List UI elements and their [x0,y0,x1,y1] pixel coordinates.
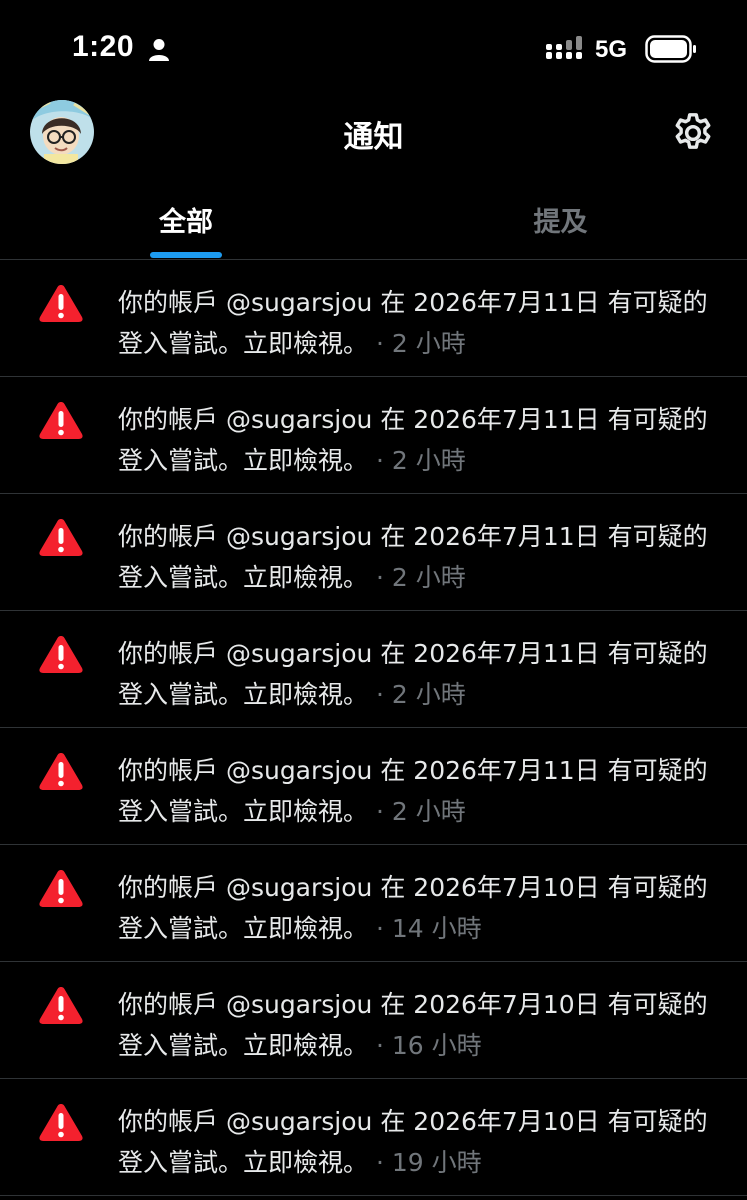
notification-text: 你的帳戶 @sugarsjou 在 2026年7月10日 有可疑的登入嘗試。立即… [118,984,723,1066]
warning-icon [39,636,83,673]
warning-icon [39,402,83,439]
battery-icon [645,35,696,63]
tab-mentions[interactable]: 提及 [374,200,747,239]
person-icon [149,39,169,61]
status-time: 1:20 [72,30,135,63]
gear-icon[interactable] [670,110,716,156]
page-title: 通知 [343,120,404,155]
notification-text: 你的帳戶 @sugarsjou 在 2026年7月11日 有可疑的登入嘗試。立即… [118,750,723,832]
warning-icon [39,753,83,790]
notification-item[interactable]: 你的帳戶 @sugarsjou 在 2026年7月11日 有可疑的登入嘗試。立即… [0,377,747,494]
notification-time: · 2 小時 [375,329,466,358]
notification-item[interactable]: 你的帳戶 @sugarsjou 在 2026年7月11日 有可疑的登入嘗試。立即… [0,494,747,611]
status-bar: 1:20 5G [0,0,747,100]
notification-text: 你的帳戶 @sugarsjou 在 2026年7月11日 有可疑的登入嘗試。立即… [118,399,723,481]
notification-time: · 2 小時 [375,797,466,826]
notification-text: 你的帳戶 @sugarsjou 在 2026年7月11日 有可疑的登入嘗試。立即… [118,633,723,715]
notification-item[interactable]: 你的帳戶 @sugarsjou 在 2026年7月10日 有可疑的登入嘗試。立即… [0,845,747,962]
notification-item[interactable]: 你的帳戶 @sugarsjou 在 2026年7月10日 有可疑的登入嘗試。立即… [0,962,747,1079]
warning-icon [39,285,83,322]
warning-icon [39,870,83,907]
active-tab-indicator [150,252,222,258]
tab-all[interactable]: 全部 [0,200,372,239]
notification-item[interactable]: 你的帳戶 @sugarsjou 在 2026年7月11日 有可疑的登入嘗試。立即… [0,260,747,377]
notification-item[interactable]: 你的帳戶 @sugarsjou 在 2026年7月11日 有可疑的登入嘗試。立即… [0,611,747,728]
notification-time: · 19 小時 [375,1148,482,1177]
notification-text: 你的帳戶 @sugarsjou 在 2026年7月10日 有可疑的登入嘗試。立即… [118,867,723,949]
notification-time: · 16 小時 [375,1031,482,1060]
notification-time: · 2 小時 [375,680,466,709]
notification-item[interactable]: 你的帳戶 @sugarsjou 在 2026年7月11日 有可疑的登入嘗試。立即… [0,728,747,845]
notification-time: · 2 小時 [375,563,466,592]
notification-text: 你的帳戶 @sugarsjou 在 2026年7月11日 有可疑的登入嘗試。立即… [118,282,723,364]
warning-icon [39,519,83,556]
network-type: 5G [595,36,628,63]
warning-icon [39,1104,83,1141]
warning-icon [39,987,83,1024]
notification-text: 你的帳戶 @sugarsjou 在 2026年7月10日 有可疑的登入嘗試。立即… [118,1101,723,1183]
signal-icon [546,36,582,59]
notification-text: 你的帳戶 @sugarsjou 在 2026年7月11日 有可疑的登入嘗試。立即… [118,516,723,598]
notification-list: 你的帳戶 @sugarsjou 在 2026年7月11日 有可疑的登入嘗試。立即… [0,260,747,1196]
notification-time: · 14 小時 [375,914,482,943]
notification-item[interactable]: 你的帳戶 @sugarsjou 在 2026年7月10日 有可疑的登入嘗試。立即… [0,1079,747,1196]
notification-time: · 2 小時 [375,446,466,475]
